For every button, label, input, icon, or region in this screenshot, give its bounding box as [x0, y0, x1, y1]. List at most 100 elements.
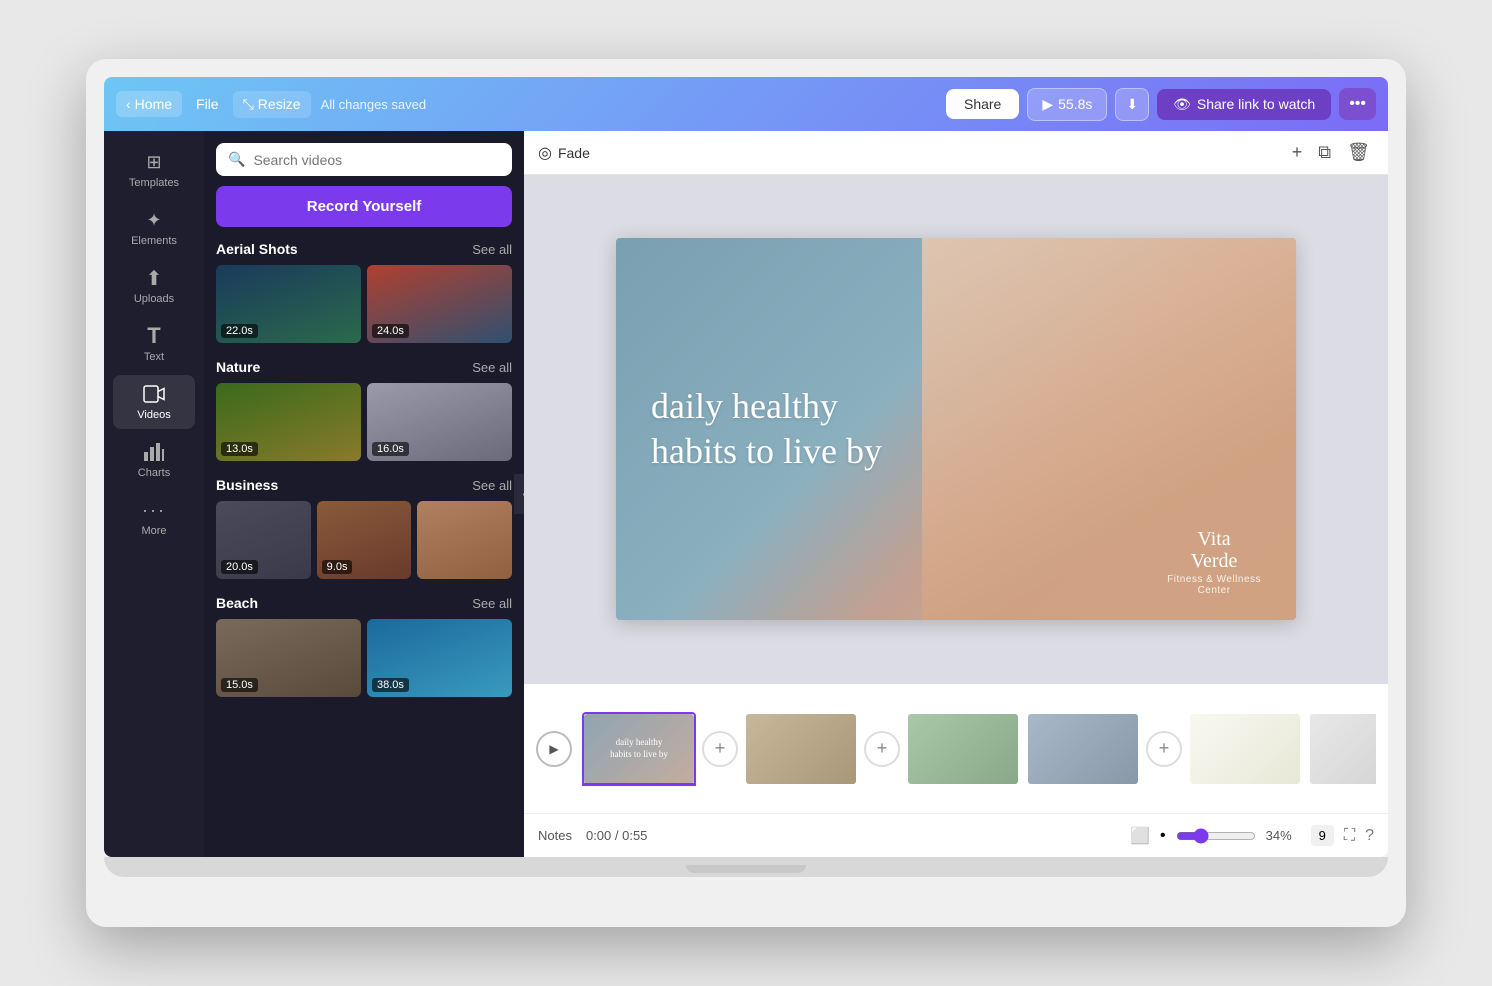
topbar-left: ‹ Home File ⤡ Resize All changes saved	[116, 91, 426, 118]
status-right: ⬜ • 34% 9 ⛶ ?	[1130, 825, 1374, 846]
topbar: ‹ Home File ⤡ Resize All changes saved S…	[104, 77, 1388, 131]
business-title: Business	[216, 477, 278, 493]
timeline-slide-6[interactable]	[1308, 712, 1376, 786]
nature-grid: 13.0s 16.0s	[216, 383, 512, 461]
templates-icon: ⊞	[143, 151, 165, 173]
file-button[interactable]: File	[188, 91, 227, 117]
aerial-section-header: Aerial Shots See all	[216, 241, 512, 257]
more-icon: ···	[143, 499, 165, 521]
sidebar-item-label: Text	[144, 351, 164, 363]
play-icon: ▶	[1042, 96, 1053, 113]
aerial-see-all[interactable]: See all	[472, 242, 512, 257]
slide-brand: VitaVerde Fitness & Wellness Center	[1167, 528, 1261, 596]
business-section-header: Business See all	[216, 477, 512, 493]
beach-video-2-duration: 38.0s	[372, 678, 409, 692]
sidebar-item-text[interactable]: T Text	[113, 317, 195, 371]
uploads-icon: ⬆	[143, 267, 165, 289]
resize-label: Resize	[258, 96, 301, 112]
business-video-1-duration: 20.0s	[221, 560, 258, 574]
delete-slide-button[interactable]: 🗑	[1343, 138, 1374, 167]
add-slide-button[interactable]: +	[1288, 138, 1307, 167]
home-button[interactable]: ‹ Home	[116, 91, 182, 117]
elements-icon: ✦	[143, 209, 165, 231]
slide-counter-button[interactable]: 9	[1311, 825, 1334, 846]
duplicate-slide-button[interactable]: ⧉	[1314, 138, 1335, 167]
aerial-video-1-duration: 22.0s	[221, 324, 258, 338]
beach-see-all[interactable]: See all	[472, 596, 512, 611]
business-video-1[interactable]: 20.0s	[216, 501, 311, 579]
record-yourself-button[interactable]: Record Yourself	[216, 186, 512, 227]
timeline-slide-1[interactable]: daily healthyhabits to live by	[582, 712, 696, 786]
fade-icon: ◎	[538, 143, 552, 163]
saved-status: All changes saved	[321, 97, 427, 112]
business-see-all[interactable]: See all	[472, 478, 512, 493]
nature-see-all[interactable]: See all	[472, 360, 512, 375]
beach-section-header: Beach See all	[216, 595, 512, 611]
sidebar-item-label: Videos	[137, 409, 170, 421]
sidebar-item-uploads[interactable]: ⬆ Uploads	[113, 259, 195, 313]
timeline-slide-wrapper-1: daily healthyhabits to live by	[582, 712, 696, 786]
brand-subtitle: Fitness & Wellness Center	[1167, 574, 1261, 596]
more-options-button[interactable]: •••	[1339, 88, 1376, 120]
search-input[interactable]	[253, 152, 500, 168]
display-view-button[interactable]: ⬜	[1130, 826, 1150, 846]
panel-collapse-handle[interactable]: ‹	[514, 474, 524, 514]
resize-icon: ⤡	[243, 96, 254, 113]
nature-video-2[interactable]: 16.0s	[367, 383, 512, 461]
videos-icon	[143, 383, 165, 405]
transition-badge[interactable]: ◎ Fade	[538, 143, 590, 163]
charts-icon	[143, 441, 165, 463]
zoom-slider[interactable]	[1176, 828, 1256, 844]
sidebar-item-videos[interactable]: Videos	[113, 375, 195, 429]
canvas-toolbar: ◎ Fade + ⧉ 🗑	[524, 131, 1388, 175]
present-button[interactable]: ▶ 55.8s	[1027, 88, 1107, 121]
dot-separator: •	[1160, 827, 1166, 845]
sidebar-item-more[interactable]: ··· More	[113, 491, 195, 545]
topbar-right: Share ▶ 55.8s ⬇ 👁 Share link to watch ••…	[946, 88, 1376, 121]
add-slide-after-2[interactable]: +	[864, 731, 900, 767]
aerial-video-2[interactable]: 24.0s	[367, 265, 512, 343]
business-video-2[interactable]: 9.0s	[317, 501, 412, 579]
share-button[interactable]: Share	[946, 89, 1019, 119]
aerial-video-1[interactable]: 22.0s	[216, 265, 361, 343]
share-link-button[interactable]: 👁 Share link to watch	[1157, 89, 1331, 120]
timeline-slide-5[interactable]	[1188, 712, 1302, 786]
resize-button[interactable]: ⤡ Resize	[233, 91, 311, 118]
aerial-title: Aerial Shots	[216, 241, 298, 257]
add-slide-after-4[interactable]: +	[1146, 731, 1182, 767]
help-button[interactable]: ?	[1365, 827, 1374, 845]
canvas-main[interactable]: daily healthy habits to live by VitaVerd…	[524, 175, 1388, 683]
add-slide-after-1[interactable]: +	[702, 731, 738, 767]
sidebar-item-charts[interactable]: Charts	[113, 433, 195, 487]
nature-video-1-duration: 13.0s	[221, 442, 258, 456]
beach-video-1[interactable]: 15.0s	[216, 619, 361, 697]
videos-panel: 🔍 Record Yourself Aerial Shots See all 2…	[204, 131, 524, 857]
timeline-slide-4[interactable]	[1026, 712, 1140, 786]
sidebar-item-label: Templates	[129, 177, 179, 189]
chevron-left-icon: ‹	[126, 96, 131, 112]
main-content: ⊞ Templates ✦ Elements ⬆ Uploads T Text	[104, 131, 1388, 857]
timeline-slide-2[interactable]	[744, 712, 858, 786]
sidebar-item-templates[interactable]: ⊞ Templates	[113, 143, 195, 197]
fullscreen-button[interactable]: ⛶	[1344, 827, 1355, 845]
present-duration: 55.8s	[1058, 96, 1092, 112]
canvas-actions: + ⧉ 🗑	[1288, 138, 1374, 167]
nature-title: Nature	[216, 359, 260, 375]
timeline-area: ▶ daily healthyhabits to live by	[524, 683, 1388, 813]
sidebar-item-elements[interactable]: ✦ Elements	[113, 201, 195, 255]
eye-icon: 👁	[1173, 96, 1191, 113]
beach-grid: 15.0s 38.0s	[216, 619, 512, 697]
timeline-slide-3[interactable]	[906, 712, 1020, 786]
notes-button[interactable]: Notes	[538, 828, 572, 843]
nature-video-1[interactable]: 13.0s	[216, 383, 361, 461]
aerial-grid: 22.0s 24.0s	[216, 265, 512, 343]
share-link-label: Share link to watch	[1197, 96, 1315, 112]
beach-video-2[interactable]: 38.0s	[367, 619, 512, 697]
business-video-3[interactable]	[417, 501, 512, 579]
sidebar-item-label: Charts	[138, 467, 170, 479]
nature-video-2-duration: 16.0s	[372, 442, 409, 456]
play-button[interactable]: ▶	[536, 731, 572, 767]
download-button[interactable]: ⬇	[1115, 88, 1149, 121]
zoom-percentage: 34%	[1266, 828, 1301, 843]
timeline-slides: daily healthyhabits to live by + +	[582, 712, 1376, 786]
